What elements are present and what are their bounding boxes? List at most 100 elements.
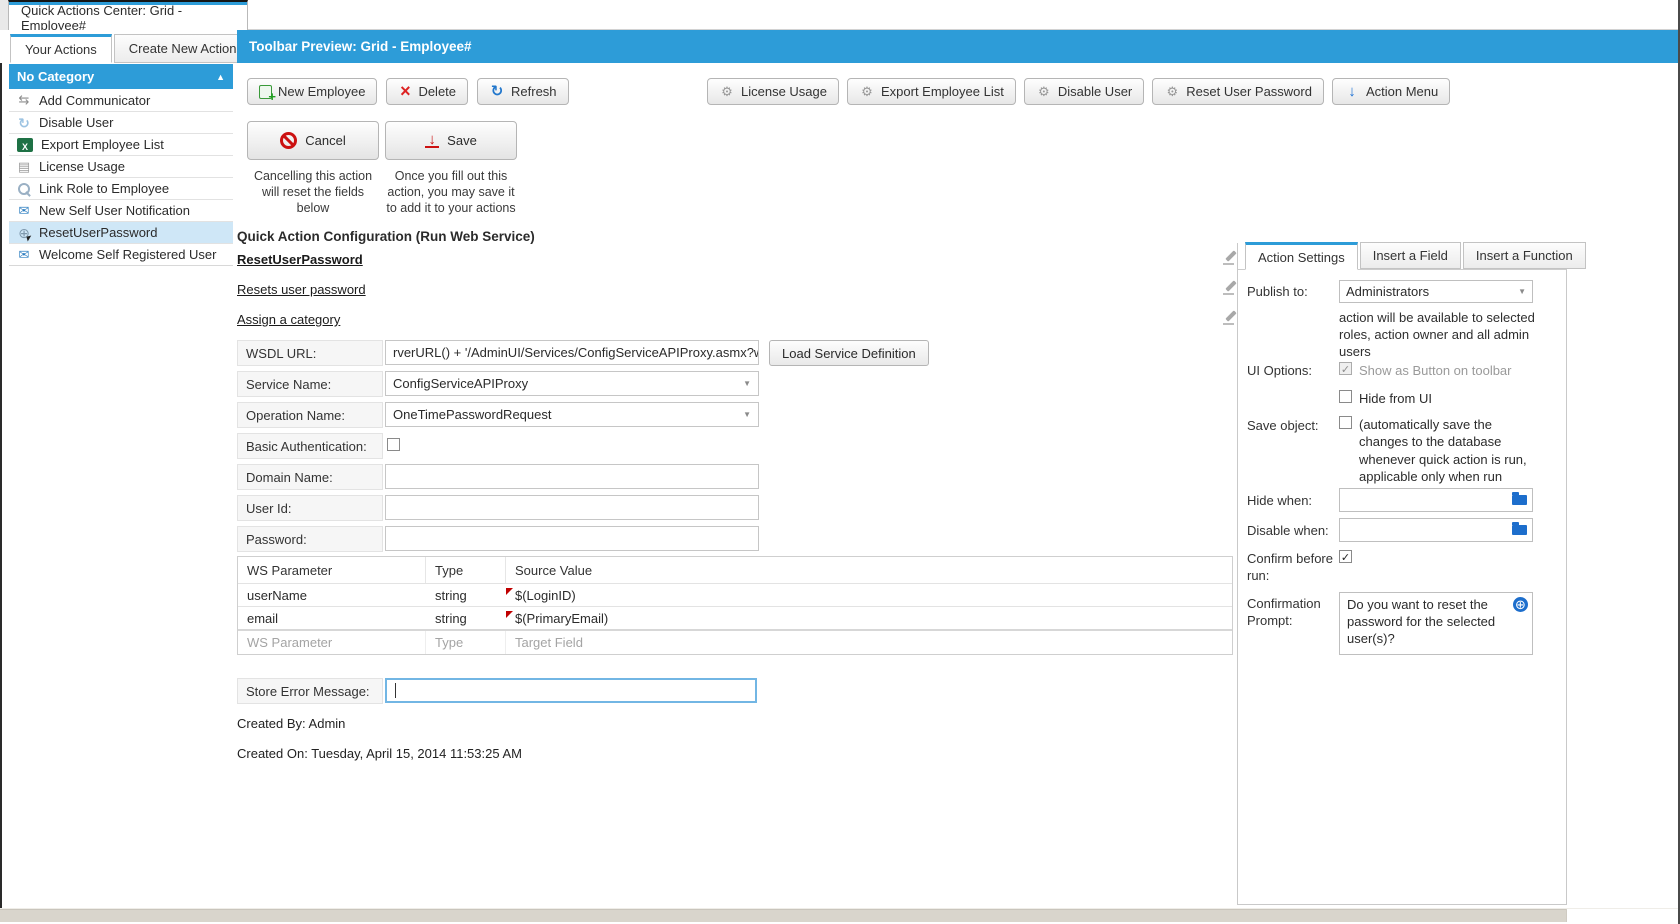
toolbar-button[interactable]: Reset User Password: [1152, 78, 1324, 105]
cancel-button[interactable]: Cancel: [247, 121, 379, 160]
new-doc-icon: [259, 85, 272, 99]
toolbar-button[interactable]: License Usage: [707, 78, 839, 105]
save-object-label: Save object:: [1247, 418, 1319, 433]
created-by-text: Created By: Admin: [237, 716, 345, 731]
action-list-item[interactable]: Welcome Self Registered User: [9, 243, 233, 265]
params-header-row: WS Parameter Type Source Value: [238, 557, 1232, 583]
settings-tab[interactable]: Insert a Field: [1360, 242, 1461, 269]
operation-name-value: OneTimePasswordRequest: [393, 407, 551, 422]
action-item-label: New Self User Notification: [39, 203, 190, 218]
assign-category-link[interactable]: Assign a category: [237, 312, 340, 327]
param-row[interactable]: userName string $(LoginID): [238, 583, 1232, 606]
toolbar-button-label: Disable User: [1058, 84, 1132, 99]
save-object-checkbox[interactable]: [1339, 416, 1352, 429]
disable-when-label: Disable when:: [1247, 523, 1329, 538]
col-header-ws-parameter-out: WS Parameter: [238, 631, 426, 654]
toolbar-button-label: Delete: [418, 84, 456, 99]
publish-to-label: Publish to:: [1247, 284, 1308, 299]
required-flag-icon: [506, 588, 513, 595]
publish-to-dropdown[interactable]: Administrators ▼: [1339, 280, 1533, 303]
hide-from-ui-checkbox[interactable]: [1339, 390, 1352, 403]
user-id-row: User Id:: [237, 495, 767, 521]
load-service-definition-button[interactable]: Load Service Definition: [769, 340, 929, 366]
show-as-button-checkbox[interactable]: [1339, 362, 1352, 375]
envelope-icon: [16, 203, 32, 219]
toolbar-button[interactable]: Disable User: [1024, 78, 1144, 105]
password-input[interactable]: [385, 526, 759, 551]
action-list-item[interactable]: Export Employee List: [9, 133, 233, 155]
action-description-link[interactable]: Resets user password: [237, 282, 366, 297]
sidebar-tab[interactable]: Your Actions: [10, 34, 112, 63]
action-list-item[interactable]: Disable User: [9, 111, 233, 133]
param-value-cell[interactable]: $(PrimaryEmail): [506, 611, 1232, 626]
toolbar-button[interactable]: Action Menu: [1332, 78, 1450, 105]
globe-icon[interactable]: [1513, 597, 1528, 612]
col-header-source-value: Source Value: [506, 557, 1232, 583]
save-button[interactable]: Save: [385, 121, 517, 160]
action-item-label: Welcome Self Registered User: [39, 247, 217, 262]
toolbar-button-label: License Usage: [741, 84, 827, 99]
param-value-cell[interactable]: $(LoginID): [506, 588, 1232, 603]
chevron-down-icon: ▼: [743, 379, 751, 388]
toolbar-button[interactable]: Export Employee List: [847, 78, 1016, 105]
param-type-cell: string: [426, 611, 506, 626]
action-list-item[interactable]: License Usage: [9, 155, 233, 177]
chevron-down-icon: ▼: [1518, 287, 1526, 296]
action-list-item[interactable]: New Self User Notification: [9, 199, 233, 221]
action-list-item[interactable]: Link Role to Employee: [9, 177, 233, 199]
confirmation-prompt-label: Confirmation Prompt:: [1247, 596, 1335, 630]
actions-list: Add Communicator Disable User Export Emp…: [9, 89, 233, 266]
toolbar-button[interactable]: Delete: [386, 78, 468, 105]
action-settings-panel: Action Settings Insert a Field Insert a …: [1237, 243, 1567, 905]
params-rows: userName string $(LoginID) email string: [238, 583, 1232, 629]
confirmation-prompt-value: Do you want to reset the password for th…: [1347, 597, 1495, 646]
sidebar-tab-label: Create New Actions: [129, 41, 243, 56]
settings-tab-label: Insert a Function: [1476, 248, 1573, 263]
operation-name-dropdown[interactable]: OneTimePasswordRequest ▼: [385, 402, 759, 427]
service-name-dropdown[interactable]: ConfigServiceAPIProxy ▼: [385, 371, 759, 396]
toolbar-preview-header: Toolbar Preview: Grid - Employee#: [237, 30, 1678, 63]
pencil-icon[interactable]: [1222, 310, 1238, 326]
edit-name-slot: [1222, 250, 1238, 266]
col-header-ws-parameter: WS Parameter: [238, 557, 426, 583]
confirmation-prompt-textarea[interactable]: Do you want to reset the password for th…: [1339, 592, 1533, 655]
collapse-arrow-icon[interactable]: ▲: [216, 72, 225, 82]
action-item-label: Add Communicator: [39, 93, 150, 108]
preview-toolbar-left: New Employee Delete Refresh: [247, 78, 569, 105]
tab-quick-actions-center[interactable]: Quick Actions Center: Grid - Employee#: [8, 0, 248, 30]
action-list-item[interactable]: ResetUserPassword: [9, 221, 233, 243]
wsdl-input[interactable]: rverURL() + '/AdminUI/Services/ConfigSer…: [385, 340, 759, 365]
param-name-cell: userName: [238, 588, 426, 603]
toolbar-button[interactable]: Refresh: [477, 78, 569, 105]
basic-auth-checkbox[interactable]: [387, 438, 400, 451]
col-header-type-out: Type: [426, 631, 506, 654]
folder-icon[interactable]: [1512, 525, 1527, 535]
publish-to-value: Administrators: [1346, 284, 1429, 299]
action-list-item[interactable]: Add Communicator: [9, 89, 233, 111]
disable-when-input[interactable]: [1339, 518, 1533, 542]
pencil-icon[interactable]: [1222, 250, 1238, 266]
settings-tab[interactable]: Insert a Function: [1463, 242, 1586, 269]
search-icon: [16, 181, 32, 197]
domain-name-input[interactable]: [385, 464, 759, 489]
store-error-input[interactable]: [385, 678, 757, 703]
confirm-before-run-checkbox[interactable]: [1339, 550, 1352, 563]
folder-icon[interactable]: [1512, 495, 1527, 505]
category-header-no-category[interactable]: No Category ▲: [9, 64, 233, 89]
toolbar-button[interactable]: New Employee: [247, 78, 377, 105]
main-tab-strip: Quick Actions Center: Grid - Employee#: [0, 0, 1680, 30]
gear-icon: [719, 84, 735, 100]
param-row[interactable]: email string $(PrimaryEmail): [238, 606, 1232, 629]
hide-when-input[interactable]: [1339, 488, 1533, 512]
window-left-border: [0, 63, 2, 908]
chevron-down-icon: ▼: [743, 410, 751, 419]
toolbar-preview-title: Toolbar Preview: Grid - Employee#: [249, 39, 472, 54]
pencil-icon[interactable]: [1222, 280, 1238, 296]
horizontal-scrollbar[interactable]: [0, 908, 1680, 922]
wsdl-row: WSDL URL: rverURL() + '/AdminUI/Services…: [237, 340, 937, 366]
action-name-link[interactable]: ResetUserPassword: [237, 252, 363, 267]
gear-icon: [1164, 84, 1180, 100]
settings-tab[interactable]: Action Settings: [1245, 242, 1358, 270]
user-id-input[interactable]: [385, 495, 759, 520]
main-tab-label: Quick Actions Center: Grid - Employee#: [21, 3, 247, 33]
